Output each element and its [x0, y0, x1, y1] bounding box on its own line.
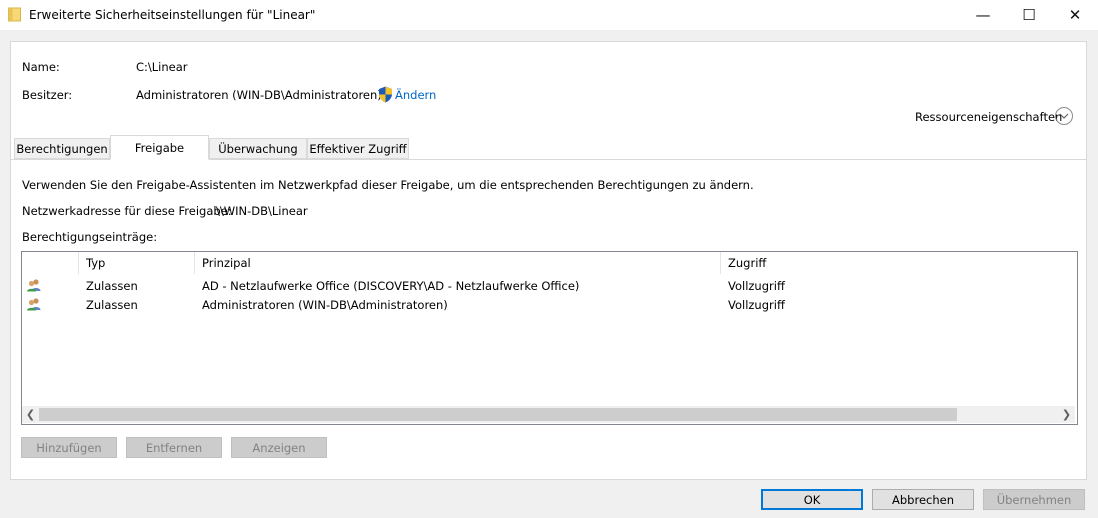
- row-access: Vollzugriff: [728, 298, 785, 312]
- user-group-icon: [27, 298, 41, 311]
- change-owner-link[interactable]: Ändern: [395, 88, 436, 102]
- tab-freigabe[interactable]: Freigabe: [110, 135, 209, 160]
- owner-value: Administratoren (WIN-DB\Administratoren): [136, 88, 382, 102]
- uac-shield-icon: [379, 86, 392, 103]
- close-button[interactable]: ✕: [1052, 0, 1098, 30]
- row-principal: Administratoren (WIN-DB\Administratoren): [202, 298, 448, 312]
- tab-berechtigungen[interactable]: Berechtigungen: [14, 138, 110, 159]
- title-bar: Erweiterte Sicherheitseinstellungen für …: [0, 0, 1098, 30]
- scroll-left-icon[interactable]: ❮: [22, 406, 39, 423]
- column-header-prinzipal[interactable]: Prinzipal: [195, 252, 721, 274]
- apply-button[interactable]: Übernehmen: [983, 489, 1085, 510]
- window-title: Erweiterte Sicherheitseinstellungen für …: [29, 8, 316, 22]
- tab-effektiver-zugriff[interactable]: Effektiver Zugriff: [307, 138, 409, 159]
- cancel-button[interactable]: Abbrechen: [872, 489, 974, 510]
- expand-button[interactable]: [1055, 107, 1073, 125]
- name-label: Name:: [22, 60, 60, 74]
- maximize-button[interactable]: ☐: [1006, 0, 1052, 30]
- folder-icon: [8, 7, 21, 22]
- row-type: Zulassen: [86, 298, 138, 312]
- owner-label: Besitzer:: [22, 88, 73, 102]
- entries-label: Berechtigungseinträge:: [22, 230, 158, 244]
- name-value: C:\Linear: [136, 60, 188, 74]
- column-header-icon[interactable]: [22, 252, 79, 274]
- column-header-typ[interactable]: Typ: [79, 252, 195, 274]
- minimize-button[interactable]: —: [960, 0, 1006, 30]
- remove-button[interactable]: Entfernen: [126, 437, 222, 458]
- info-text: Verwenden Sie den Freigabe-Assistenten i…: [22, 178, 754, 192]
- view-button[interactable]: Anzeigen: [231, 437, 327, 458]
- row-type: Zulassen: [86, 279, 138, 293]
- ok-button[interactable]: OK: [761, 489, 863, 510]
- tab-ueberwachung[interactable]: Überwachung: [209, 138, 307, 159]
- chevron-down-icon: [1059, 113, 1069, 119]
- scroll-right-icon[interactable]: ❯: [1058, 406, 1075, 423]
- resource-properties-label[interactable]: Ressourceneigenschaften: [915, 110, 1062, 124]
- permission-entries-list[interactable]: Typ Prinzipal Zugriff Zulassen AD - Netz…: [21, 251, 1078, 425]
- network-address-value: \\WIN-DB\Linear: [216, 204, 308, 218]
- add-button[interactable]: Hinzufügen: [21, 437, 117, 458]
- row-access: Vollzugriff: [728, 279, 785, 293]
- scrollbar-thumb[interactable]: [39, 408, 957, 421]
- network-address-label: Netzwerkadresse für diese Freigabe:: [22, 204, 232, 218]
- row-principal: AD - Netzlaufwerke Office (DISCOVERY\AD …: [202, 279, 580, 293]
- user-group-icon: [27, 279, 41, 292]
- column-header-zugriff[interactable]: Zugriff: [721, 252, 1075, 274]
- main-panel: Name: C:\Linear Besitzer: Administratore…: [10, 41, 1087, 480]
- horizontal-scrollbar[interactable]: ❮ ❯: [22, 406, 1075, 423]
